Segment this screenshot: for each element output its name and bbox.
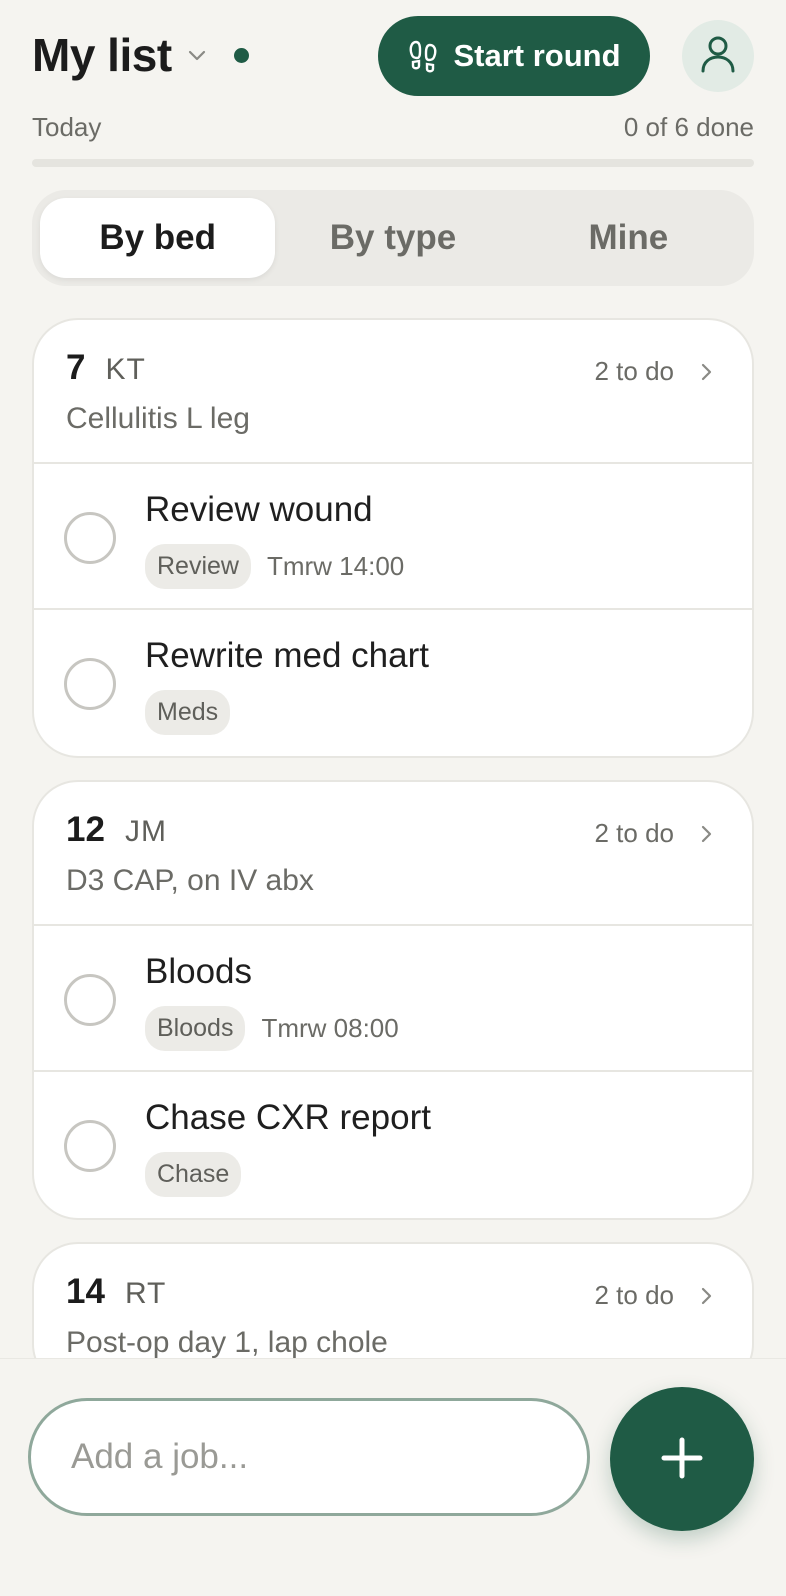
header: My list Start round (0, 0, 786, 110)
task-checkbox[interactable] (64, 1120, 116, 1172)
diagnosis: D3 CAP, on IV abx (66, 864, 314, 897)
tab-by-bed[interactable]: By bed (40, 198, 276, 278)
task-tag[interactable]: Review (145, 544, 251, 589)
bed-header[interactable]: 14 RT Post-op day 1, lap chole 2 to do (34, 1244, 752, 1358)
task-row: Rewrite med chart Meds (34, 610, 752, 756)
view-tabs: By bed By type Mine (32, 190, 754, 286)
chevron-right-icon[interactable] (698, 1284, 716, 1308)
page-title: My list (32, 29, 172, 81)
add-job-button[interactable] (610, 1387, 754, 1531)
task-title[interactable]: Rewrite med chart (145, 636, 429, 676)
add-job-input[interactable] (28, 1398, 590, 1516)
task-title[interactable]: Bloods (145, 952, 252, 992)
task-title[interactable]: Review wound (145, 490, 373, 530)
task-due: Tmrw 08:00 (261, 1013, 399, 1043)
chevron-right-icon[interactable] (698, 822, 716, 846)
tab-by-type[interactable]: By type (275, 198, 510, 278)
chevron-down-icon[interactable] (186, 44, 208, 66)
task-checkbox[interactable] (64, 658, 116, 710)
start-round-button[interactable]: Start round (378, 16, 650, 96)
avatar[interactable] (682, 20, 754, 92)
tab-mine[interactable]: Mine (511, 198, 746, 278)
task-checkbox[interactable] (64, 974, 116, 1026)
summary-row: Today 0 of 6 done (32, 112, 754, 143)
start-round-label: Start round (453, 38, 621, 73)
task-row: Bloods Bloods Tmrw 08:00 (34, 926, 752, 1072)
progress-bar (32, 159, 754, 167)
todo-count: 2 to do (594, 818, 674, 848)
diagnosis: Post-op day 1, lap chole (66, 1326, 388, 1358)
task-due: Tmrw 14:00 (266, 551, 405, 581)
task-row: Review wound Review Tmrw 14:00 (34, 464, 752, 610)
todo-count: 2 to do (594, 1280, 674, 1310)
bed-card: 14 RT Post-op day 1, lap chole 2 to do (32, 1242, 754, 1358)
status-dot-icon (233, 47, 249, 63)
task-row: Chase CXR report Chase (34, 1072, 752, 1218)
task-tag[interactable]: Chase (145, 1152, 242, 1197)
diagnosis: Cellulitis L leg (66, 402, 250, 435)
bed-header[interactable]: 12 JM D3 CAP, on IV abx 2 to do (34, 782, 752, 926)
bed-number: 12 (66, 810, 105, 849)
patient-initials: JM (124, 815, 167, 848)
bed-number: 14 (66, 1272, 105, 1311)
bed-header[interactable]: 7 KT Cellulitis L leg 2 to do (34, 320, 752, 464)
todo-count: 2 to do (594, 356, 674, 386)
footsteps-icon (407, 39, 439, 73)
task-tag[interactable]: Bloods (145, 1006, 246, 1051)
plus-icon (658, 1434, 706, 1485)
list-selector[interactable]: My list (32, 28, 249, 82)
bed-number: 7 (66, 348, 86, 387)
done-count: 0 of 6 done (623, 112, 754, 142)
date-label: Today (32, 112, 102, 142)
bed-list[interactable]: 7 KT Cellulitis L leg 2 to do Review wou… (0, 318, 786, 1358)
bed-card: 7 KT Cellulitis L leg 2 to do Review wou… (32, 318, 754, 758)
patient-initials: RT (124, 1277, 167, 1310)
user-icon (700, 34, 736, 79)
patient-initials: KT (105, 353, 146, 386)
composer-bar (0, 1358, 786, 1596)
bed-card: 12 JM D3 CAP, on IV abx 2 to do Bloods B… (32, 780, 754, 1220)
task-checkbox[interactable] (64, 512, 116, 564)
task-title[interactable]: Chase CXR report (145, 1098, 431, 1138)
chevron-right-icon[interactable] (698, 360, 716, 384)
task-tag[interactable]: Meds (145, 690, 231, 735)
